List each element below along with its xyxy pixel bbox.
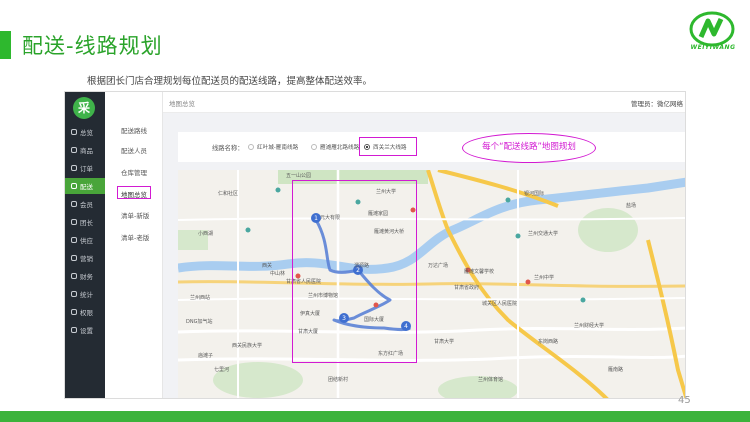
- footer-bar: [0, 411, 750, 422]
- main-road: [178, 280, 685, 288]
- leader-icon: [71, 219, 77, 225]
- callout-bubble: 每个“配送线路”地图规划: [462, 133, 596, 163]
- nav-item-orders[interactable]: 订单: [65, 160, 105, 176]
- finance-icon: [71, 273, 77, 279]
- selected-route-highlight: [359, 137, 417, 156]
- map-overview-highlight: [117, 186, 151, 199]
- nav-item-finance[interactable]: 财务: [65, 268, 105, 284]
- truck-icon: [71, 183, 77, 189]
- park-area: [578, 208, 638, 252]
- slide-subtitle: 根据团长门店合理规划每位配送员的配送线路，提高整体配送效率。: [87, 76, 373, 87]
- breadcrumb: 地图总览: [169, 100, 195, 108]
- map-label: 雁滩文馨学校: [464, 269, 495, 275]
- map-label: 雁南路: [608, 367, 624, 373]
- nav-item-statistics[interactable]: 统计: [65, 286, 105, 302]
- map-label: 银河国际: [524, 191, 545, 197]
- box-icon: [71, 147, 77, 153]
- supply-icon: [71, 237, 77, 243]
- map-label: 兰州体育馆: [478, 377, 504, 383]
- map-label: 甘肃大学: [434, 339, 455, 345]
- road: [178, 326, 685, 334]
- gear-icon: [71, 327, 77, 333]
- chart-icon: [71, 291, 77, 297]
- home-icon: [71, 129, 77, 135]
- map-label: 七里河: [214, 367, 230, 373]
- app-screenshot: 采 总览 商品 订单 配送 会员 团长 供应 营销 财务 统计 权限 设置 配送…: [64, 91, 686, 399]
- title-accent-bar: [0, 31, 11, 59]
- sub-item-list-new[interactable]: 清单-新版: [121, 210, 149, 220]
- map-label: 中山林: [270, 271, 286, 277]
- app-logo: 采: [73, 97, 95, 119]
- road: [178, 354, 685, 362]
- map-label: 五一山公园: [286, 173, 312, 179]
- route-highlight-box: [292, 180, 417, 363]
- road: [178, 297, 685, 301]
- nav-item-permissions[interactable]: 权限: [65, 304, 105, 320]
- sub-item-routes[interactable]: 配送路线: [121, 125, 147, 135]
- brand-text: WEIYIWANG: [690, 44, 736, 51]
- marketing-icon: [71, 255, 77, 261]
- sub-item-couriers[interactable]: 配送人员: [121, 145, 147, 155]
- top-bar: 地图总览 管理员：微亿网络: [163, 92, 685, 113]
- admin-label[interactable]: 管理员：微亿网络: [631, 98, 683, 108]
- map-label: 西关民族大学: [232, 343, 263, 349]
- map-label: 盐场: [626, 203, 637, 209]
- nav-item-delivery[interactable]: 配送: [65, 178, 105, 194]
- road: [178, 217, 685, 221]
- map-label: 万达广场: [428, 263, 449, 269]
- map-view[interactable]: 1 2 3 4 五一山公园 仁和社区 兰州大学 雁滩家园 雁滩黄河大桥 银河国际…: [178, 170, 685, 398]
- nav-item-settings[interactable]: 设置: [65, 322, 105, 338]
- route-filter-bar: 线路名称： 红叶城-雁南线路 雁滩雁北路线路 西关兰大线路: [178, 132, 685, 162]
- sub-item-list-old[interactable]: 清单-老版: [121, 232, 149, 242]
- nav-item-supply[interactable]: 供应: [65, 232, 105, 248]
- nav-item-goods[interactable]: 商品: [65, 142, 105, 158]
- nav-item-members[interactable]: 会员: [65, 196, 105, 212]
- nav-item-marketing[interactable]: 营销: [65, 250, 105, 266]
- map-label: 兰州西站: [190, 295, 211, 301]
- nav-item-leaders[interactable]: 团长: [65, 214, 105, 230]
- map-label: 甘肃省政府: [454, 285, 480, 291]
- map-label: 兰州财经大学: [574, 323, 605, 329]
- map-label: 西关: [262, 263, 273, 269]
- sub-nav: 配送路线 配送人员 仓库管理 地图总览 清单-新版 清单-老版: [105, 92, 163, 398]
- user-icon: [71, 201, 77, 207]
- map-label: 庙滩子: [198, 353, 214, 359]
- map-label: 小西湖: [198, 231, 214, 237]
- expressway: [646, 239, 685, 398]
- sub-item-warehouse[interactable]: 仓库管理: [121, 167, 147, 177]
- key-icon: [71, 309, 77, 315]
- map-label: 仁和社区: [218, 191, 239, 197]
- expressway: [437, 170, 559, 208]
- map-label: 团结新村: [328, 377, 349, 383]
- radio-icon: [248, 144, 254, 150]
- map-label: 东岗西路: [538, 339, 559, 345]
- map-label: 兰州中学: [534, 275, 555, 281]
- filter-label: 线路名称：: [212, 145, 244, 152]
- map-label: DNG加气站: [186, 319, 213, 325]
- radio-icon: [311, 144, 317, 150]
- map-label: 城关区人民医院: [482, 301, 518, 307]
- slide-title: 配送-线路规划: [22, 34, 163, 58]
- page-number: 45: [678, 395, 691, 406]
- main-nav: 采 总览 商品 订单 配送 会员 团长 供应 营销 财务 统计 权限 设置: [65, 92, 105, 398]
- map-canvas: 1 2 3 4: [178, 170, 685, 398]
- route-radio-1[interactable]: 红叶城-雁南线路: [248, 141, 298, 153]
- nav-item-overview[interactable]: 总览: [65, 124, 105, 140]
- route-radio-2[interactable]: 雁滩雁北路线路: [311, 141, 359, 153]
- order-icon: [71, 165, 77, 171]
- map-label: 兰州交通大学: [528, 231, 559, 237]
